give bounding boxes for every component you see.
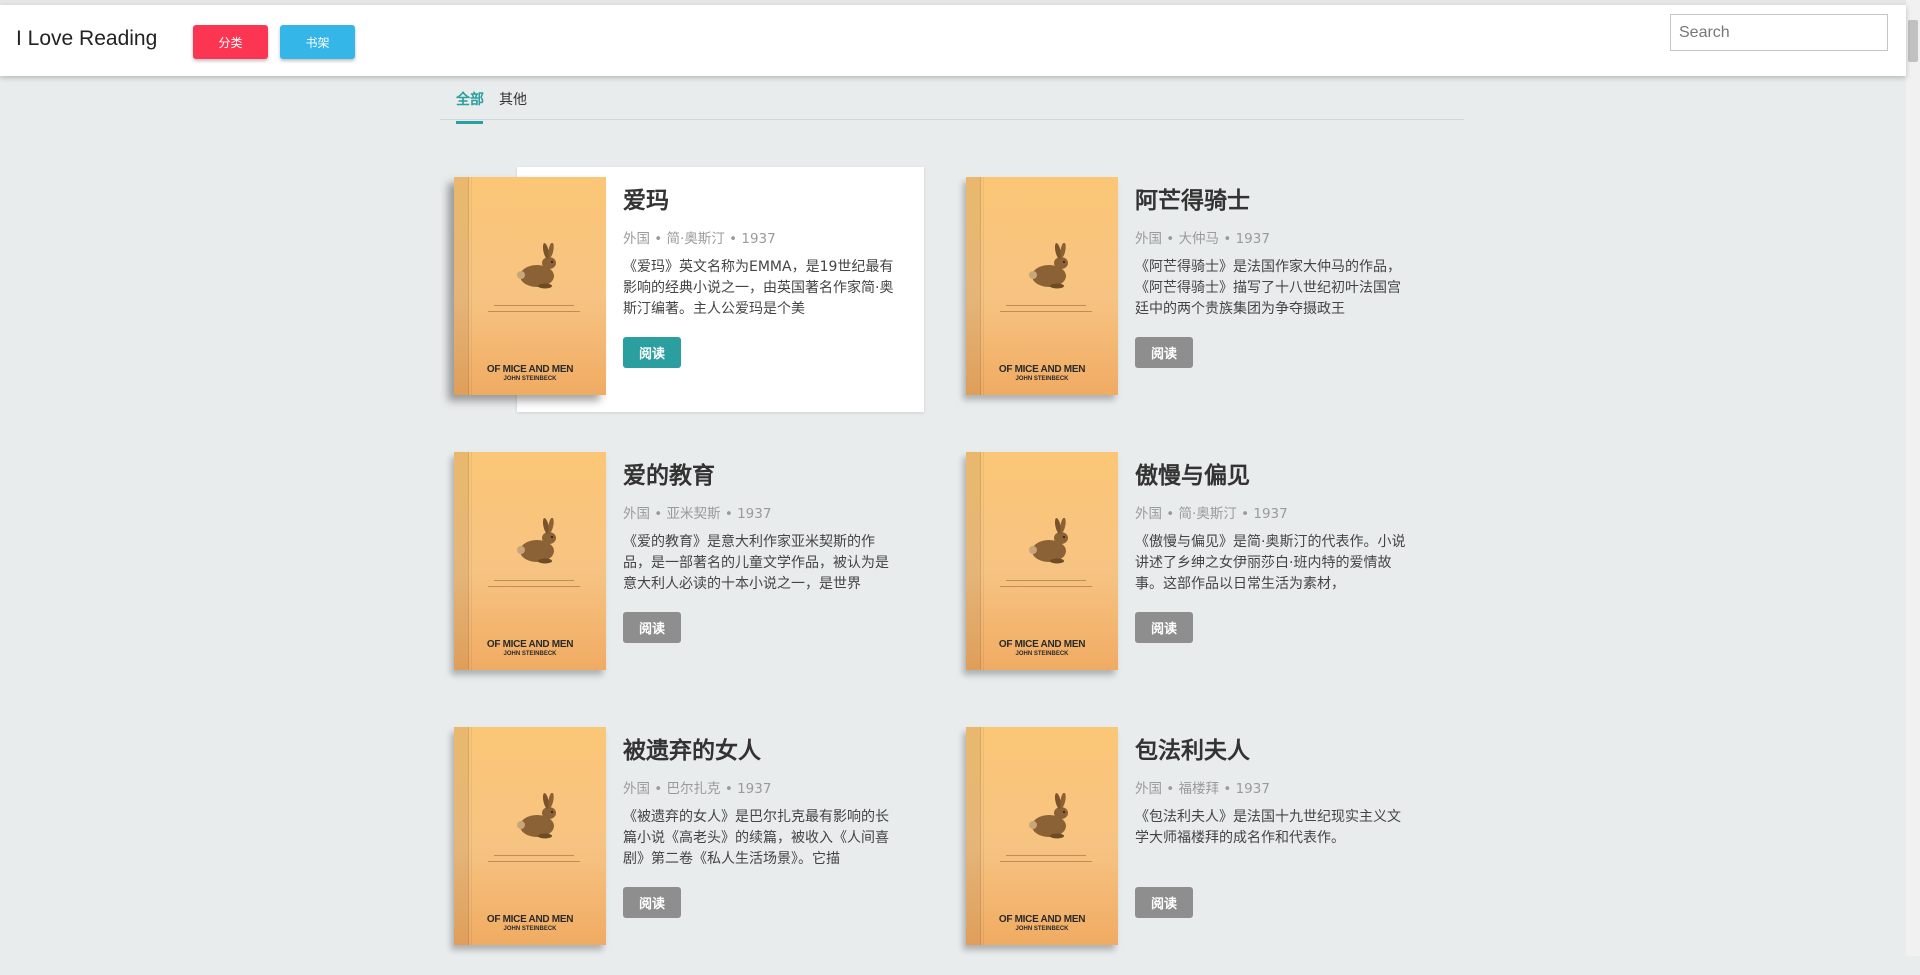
book-description: 《爱的教育》是意大利作家亚米契斯的作品，是一部著名的儿童文学作品，被认为是意大利… bbox=[623, 534, 889, 592]
book-cover-image[interactable]: OF MICE AND MEN JOHN STEINBECK bbox=[966, 727, 1118, 945]
rabbit-illustration-icon bbox=[509, 517, 563, 566]
cover-tagline-line bbox=[488, 861, 580, 862]
book-description: 《阿芒得骑士》是法国作家大仲马的作品，《阿芒得骑士》描写了十八世纪初叶法国宫廷中… bbox=[1135, 259, 1401, 317]
rabbit-illustration-icon bbox=[509, 792, 563, 841]
navbar: I Love Reading 分类 书架 Search bbox=[0, 5, 1906, 76]
read-button[interactable]: 阅读 bbox=[1135, 337, 1193, 368]
cover-tagline-line bbox=[1000, 586, 1092, 587]
brand-logo-text[interactable]: I Love Reading bbox=[16, 27, 157, 51]
active-tab-indicator bbox=[456, 121, 483, 124]
book-meta: 外国 • 亚米契斯 • 1937 bbox=[623, 506, 772, 522]
book-cover-image[interactable]: OF MICE AND MEN JOHN STEINBECK bbox=[966, 452, 1118, 670]
book-card[interactable]: OF MICE AND MEN JOHN STEINBECK 爱的教育外国 • 亚米… bbox=[440, 452, 930, 700]
cover-tagline-line bbox=[494, 855, 574, 856]
cover-tagline-line bbox=[1006, 580, 1086, 581]
book-title[interactable]: 爱玛 bbox=[623, 181, 669, 215]
cover-spine bbox=[454, 452, 469, 670]
cover-spine-line bbox=[983, 452, 984, 670]
cover-author-text: JOHN STEINBECK bbox=[1015, 376, 1069, 382]
cover-tagline-line bbox=[488, 586, 580, 587]
scrollbar-thumb[interactable] bbox=[1908, 20, 1918, 62]
book-meta: 外国 • 大仲马 • 1937 bbox=[1135, 231, 1270, 247]
read-button[interactable]: 阅读 bbox=[1135, 612, 1193, 643]
book-title[interactable]: 爱的教育 bbox=[623, 456, 715, 490]
book-meta: 外国 • 简·奥斯汀 • 1937 bbox=[1135, 506, 1288, 522]
read-button[interactable]: 阅读 bbox=[623, 337, 681, 368]
cover-title-text: OF MICE AND MEN bbox=[998, 364, 1086, 375]
bookshelf-button[interactable]: 书架 bbox=[280, 25, 355, 59]
book-description: 《傲慢与偏见》是简·奥斯汀的代表作。小说讲述了乡绅之女伊丽莎白·班内特的爱情故事… bbox=[1135, 534, 1406, 592]
cover-spine bbox=[966, 177, 981, 395]
book-card[interactable]: OF MICE AND MEN JOHN STEINBECK 包法利夫人外国 • 福… bbox=[952, 727, 1442, 975]
cover-title-text: OF MICE AND MEN bbox=[998, 914, 1086, 925]
book-description: 《包法利夫人》是法国十九世纪现实主义文学大师福楼拜的成名作和代表作。 bbox=[1135, 809, 1401, 846]
category-tabs: 全部 其他 bbox=[440, 85, 1464, 124]
book-cover-image[interactable]: OF MICE AND MEN JOHN STEINBECK bbox=[454, 727, 606, 945]
read-button[interactable]: 阅读 bbox=[623, 887, 681, 918]
book-description: 《爱玛》英文名称为EMMA，是19世纪最有影响的经典小说之一，由英国著名作家简·… bbox=[623, 259, 894, 317]
book-cover-image[interactable]: OF MICE AND MEN JOHN STEINBECK bbox=[454, 177, 606, 395]
cover-spine bbox=[966, 452, 981, 670]
cover-spine bbox=[966, 727, 981, 945]
tab-other[interactable]: 其他 bbox=[499, 89, 527, 109]
cover-tagline-line bbox=[1006, 305, 1086, 306]
cover-spine-line bbox=[471, 727, 472, 945]
cover-author-text: JOHN STEINBECK bbox=[503, 651, 557, 657]
cover-author-text: JOHN STEINBECK bbox=[1015, 651, 1069, 657]
read-button[interactable]: 阅读 bbox=[1135, 887, 1193, 918]
cover-spine bbox=[454, 177, 469, 395]
cover-title-text: OF MICE AND MEN bbox=[998, 639, 1086, 650]
search-input[interactable]: Search bbox=[1670, 14, 1888, 51]
book-cover-image[interactable]: OF MICE AND MEN JOHN STEINBECK bbox=[966, 177, 1118, 395]
cover-tagline-line bbox=[1000, 311, 1092, 312]
book-meta: 外国 • 福楼拜 • 1937 bbox=[1135, 781, 1270, 797]
cover-tagline-line bbox=[1006, 855, 1086, 856]
cover-title-text: OF MICE AND MEN bbox=[486, 364, 574, 375]
book-title[interactable]: 阿芒得骑士 bbox=[1135, 181, 1250, 215]
cover-tagline-line bbox=[494, 305, 574, 306]
cover-spine-line bbox=[983, 177, 984, 395]
cover-spine bbox=[454, 727, 469, 945]
cover-spine-line bbox=[471, 452, 472, 670]
rabbit-illustration-icon bbox=[1021, 517, 1075, 566]
book-description: 《被遗弃的女人》是巴尔扎克最有影响的长篇小说《高老头》的续篇，被收入《人间喜剧》… bbox=[623, 809, 889, 867]
rabbit-illustration-icon bbox=[1021, 242, 1075, 291]
cover-spine-line bbox=[983, 727, 984, 945]
book-card[interactable]: OF MICE AND MEN JOHN STEINBECK 被遗弃的女人外国 • … bbox=[440, 727, 930, 975]
cover-author-text: JOHN STEINBECK bbox=[503, 926, 557, 932]
cover-spine-line bbox=[471, 177, 472, 395]
book-title[interactable]: 包法利夫人 bbox=[1135, 731, 1250, 765]
book-card[interactable]: OF MICE AND MEN JOHN STEINBECK 阿芒得骑士外国 • 大… bbox=[952, 177, 1442, 425]
tab-all[interactable]: 全部 bbox=[456, 89, 484, 109]
book-meta: 外国 • 简·奥斯汀 • 1937 bbox=[623, 231, 776, 247]
cover-tagline-line bbox=[494, 580, 574, 581]
rabbit-illustration-icon bbox=[509, 242, 563, 291]
book-card[interactable]: OF MICE AND MEN JOHN STEINBECK 爱玛外国 • 简·奥斯… bbox=[440, 167, 930, 425]
rabbit-illustration-icon bbox=[1021, 792, 1075, 841]
book-cover-image[interactable]: OF MICE AND MEN JOHN STEINBECK bbox=[454, 452, 606, 670]
cover-title-text: OF MICE AND MEN bbox=[486, 639, 574, 650]
cover-author-text: JOHN STEINBECK bbox=[503, 376, 557, 382]
category-button[interactable]: 分类 bbox=[193, 25, 268, 59]
book-title[interactable]: 傲慢与偏见 bbox=[1135, 456, 1250, 490]
cover-title-text: OF MICE AND MEN bbox=[486, 914, 574, 925]
book-card[interactable]: OF MICE AND MEN JOHN STEINBECK 傲慢与偏见外国 • 简… bbox=[952, 452, 1442, 700]
page-scrollbar[interactable] bbox=[1906, 0, 1920, 956]
cover-tagline-line bbox=[488, 311, 580, 312]
book-title[interactable]: 被遗弃的女人 bbox=[623, 731, 761, 765]
book-meta: 外国 • 巴尔扎克 • 1937 bbox=[623, 781, 772, 797]
cover-author-text: JOHN STEINBECK bbox=[1015, 926, 1069, 932]
cover-tagline-line bbox=[1000, 861, 1092, 862]
read-button[interactable]: 阅读 bbox=[623, 612, 681, 643]
